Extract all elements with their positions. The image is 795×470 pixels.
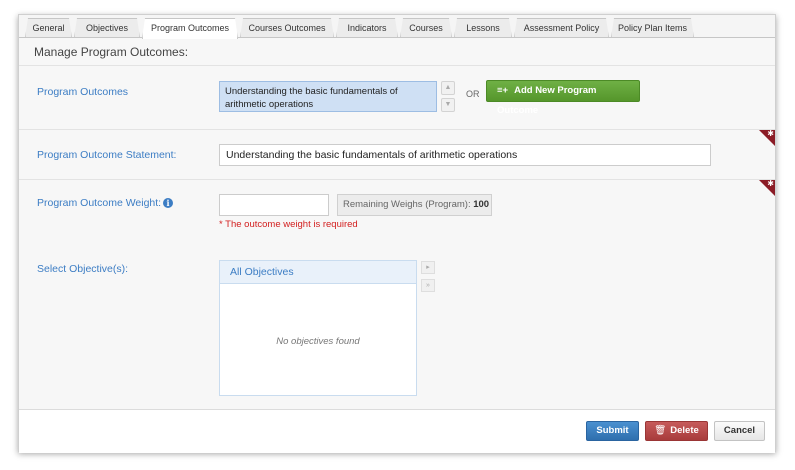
tab-courses[interactable]: Courses	[400, 18, 452, 38]
submit-button[interactable]: Submit	[586, 421, 639, 441]
page-title: Manage Program Outcomes:	[34, 45, 189, 59]
statement-input[interactable]	[219, 144, 711, 166]
weight-error-message: * The outcome weight is required	[219, 219, 358, 230]
tab-lessons[interactable]: Lessons	[454, 18, 512, 38]
remaining-weight-badge: Remaining Weighs (Program): 100	[337, 194, 492, 216]
add-program-outcome-button[interactable]: ≡+ Add New Program Outcome	[486, 80, 640, 116]
program-outcomes-label: Program Outcomes	[37, 86, 129, 98]
move-right-button[interactable]: ▸	[421, 261, 435, 274]
info-icon[interactable]: i	[163, 198, 173, 208]
tab-assessment-policy[interactable]: Assessment Policy	[514, 18, 609, 38]
remaining-weight-label: Remaining Weighs (Program):	[343, 199, 471, 210]
weight-input[interactable]	[219, 194, 329, 216]
tab-program-outcomes[interactable]: Program Outcomes	[142, 18, 238, 39]
delete-button[interactable]: 🗑 Delete	[645, 421, 708, 441]
dialog-footer: Submit 🗑 Delete Cancel	[19, 409, 775, 453]
or-separator: OR	[466, 89, 480, 99]
trash-icon: 🗑	[654, 425, 667, 436]
chevron-down-icon: ▼	[444, 101, 452, 108]
objectives-list-header: All Objectives	[220, 261, 416, 284]
divider	[19, 65, 775, 66]
chevron-up-icon: ▲	[444, 84, 452, 91]
objectives-empty-message: No objectives found	[276, 336, 360, 347]
double-chevron-right-icon: »	[426, 282, 430, 289]
delete-label: Delete	[670, 425, 699, 436]
statement-label: Program Outcome Statement:	[37, 149, 177, 161]
tab-objectives[interactable]: Objectives	[74, 18, 140, 38]
move-all-right-button[interactable]: »	[421, 279, 435, 292]
cancel-button[interactable]: Cancel	[714, 421, 765, 441]
tab-indicators[interactable]: Indicators	[336, 18, 398, 38]
tab-policy-plan-items[interactable]: Policy Plan Items	[611, 18, 694, 38]
scroll-up-button[interactable]: ▲	[441, 81, 455, 95]
tab-bar: General Objectives Program Outcomes Cour…	[19, 18, 775, 38]
scroll-down-button[interactable]: ▼	[441, 98, 455, 112]
objectives-list[interactable]: All Objectives No objectives found	[219, 260, 417, 396]
divider	[19, 129, 775, 130]
divider	[19, 179, 775, 180]
weight-label: Program Outcome Weight:	[37, 197, 162, 209]
tab-courses-outcomes[interactable]: Courses Outcomes	[240, 18, 334, 38]
tab-general[interactable]: General	[25, 18, 72, 38]
dialog-frame: General Objectives Program Outcomes Cour…	[18, 14, 776, 453]
chevron-right-icon: ▸	[426, 264, 430, 271]
program-outcome-select[interactable]: Understanding the basic fundamentals of …	[219, 81, 437, 112]
add-list-icon: ≡+	[497, 85, 509, 96]
remaining-weight-value: 100	[473, 199, 490, 210]
objectives-label: Select Objective(s):	[37, 263, 129, 275]
